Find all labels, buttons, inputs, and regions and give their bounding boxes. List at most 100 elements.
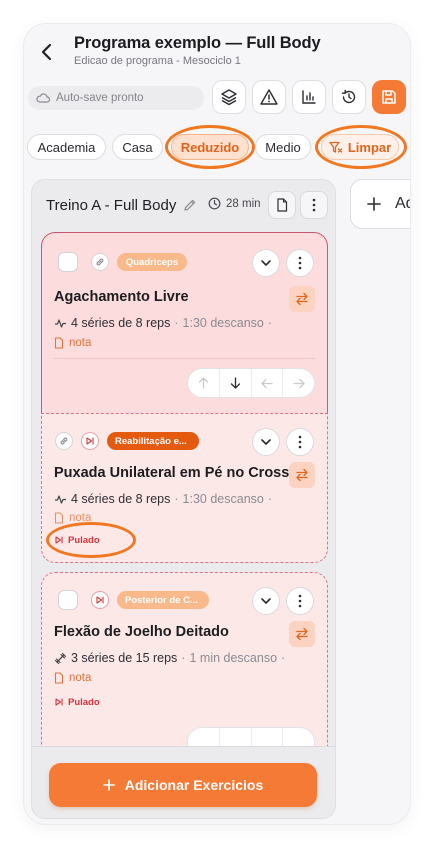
chevron-down-icon xyxy=(261,260,271,266)
exercise-menu-button[interactable] xyxy=(286,428,314,456)
muscle-tag: Reabilitação e... xyxy=(107,432,199,450)
skip-button[interactable] xyxy=(81,432,99,450)
filter-x-icon xyxy=(329,141,342,153)
clear-filters-label: Limpar xyxy=(347,139,392,155)
exercise-note[interactable]: nota xyxy=(54,512,91,524)
filter-chip-casa[interactable]: Casa xyxy=(112,134,163,160)
link-icon xyxy=(96,258,104,266)
note-label: nota xyxy=(69,672,92,684)
move-right-button[interactable] xyxy=(283,369,314,397)
swap-icon xyxy=(296,627,308,641)
dot-separator: · xyxy=(267,316,273,330)
exercise-menu-button[interactable] xyxy=(286,249,314,277)
clock-icon xyxy=(208,197,221,210)
save-button[interactable] xyxy=(372,80,406,114)
more-vertical-icon xyxy=(298,435,302,449)
link-icon xyxy=(60,437,68,445)
dot-separator: · xyxy=(281,651,286,665)
filter-chip-academia[interactable]: Academia xyxy=(27,134,106,160)
chevron-down-icon xyxy=(261,598,271,604)
exercise-rest: 1:30 descanso xyxy=(182,316,264,330)
arrow-up-icon xyxy=(198,377,209,389)
autosave-status: Auto-save pronto xyxy=(28,86,204,110)
exercise-note[interactable]: nota xyxy=(54,672,91,684)
move-up-button[interactable] xyxy=(188,369,220,397)
filter-chip-medio[interactable]: Medio xyxy=(255,134,311,160)
chevron-left-icon xyxy=(41,43,52,61)
skipped-badge: Pulado xyxy=(54,532,100,548)
exercise-menu-button[interactable] xyxy=(286,587,314,615)
exercise-sets: 3 séries de 15 reps xyxy=(71,651,178,665)
expand-button[interactable] xyxy=(252,587,280,615)
skip-button[interactable] xyxy=(91,591,109,609)
workout-name: Treino A - Full Body xyxy=(46,197,177,214)
dot-separator: · xyxy=(174,492,179,506)
swap-exercise-button[interactable] xyxy=(289,462,315,488)
swap-icon xyxy=(296,292,308,306)
duration-value: 28 min xyxy=(226,197,261,210)
app-screen: Programa exemplo — Full Body Edicao de p… xyxy=(24,24,410,824)
exercise-card[interactable]: Quadriceps Agachamento Livre 4 séries de… xyxy=(41,232,328,414)
warning-icon xyxy=(260,89,278,105)
cloud-icon xyxy=(36,93,50,103)
plus-icon xyxy=(102,779,115,791)
edit-name-button[interactable] xyxy=(183,198,197,217)
exercise-name: Flexão de Joelho Deitado xyxy=(54,624,229,640)
history-button[interactable] xyxy=(332,80,366,114)
more-vertical-icon xyxy=(298,594,302,608)
select-checkbox[interactable] xyxy=(58,252,78,272)
history-icon xyxy=(341,89,356,104)
document-icon xyxy=(277,198,288,212)
skipped-label: Pulado xyxy=(68,534,100,546)
filter-chip-reduzido[interactable]: Reduzido xyxy=(171,134,249,160)
arrow-left-icon xyxy=(260,378,273,388)
expand-button[interactable] xyxy=(252,249,280,277)
clear-filters-button[interactable]: Limpar xyxy=(321,134,399,160)
divider xyxy=(54,358,316,359)
swap-icon xyxy=(296,468,308,482)
workout-duration: 28 min xyxy=(208,197,261,210)
exercise-sets: 4 séries de 8 reps xyxy=(71,316,171,330)
add-exercises-button[interactable]: Adicionar Exercicios xyxy=(49,763,317,807)
exercise-meta: 4 séries de 8 reps · 1:30 descanso · xyxy=(54,316,272,330)
select-checkbox[interactable] xyxy=(58,590,78,610)
back-button[interactable] xyxy=(36,40,58,64)
exercise-meta: 3 séries de 15 reps · 1 min descanso · xyxy=(54,651,285,665)
pencil-icon xyxy=(184,199,196,211)
expand-button[interactable] xyxy=(252,428,280,456)
note-icon xyxy=(54,512,64,524)
dot-separator: · xyxy=(267,492,273,506)
skipped-label: Pulado xyxy=(68,696,100,708)
page-subtitle: Edicao de programa - Mesociclo 1 xyxy=(74,55,241,67)
link-button[interactable] xyxy=(91,253,109,271)
arrow-right-icon xyxy=(292,378,305,388)
stats-button[interactable] xyxy=(292,80,326,114)
move-left-button[interactable] xyxy=(252,369,284,397)
bar-chart-icon xyxy=(302,90,316,104)
move-down-button[interactable] xyxy=(220,369,252,397)
add-workout-label: Ad xyxy=(395,195,410,212)
workout-column: Treino A - Full Body 28 min Quadriceps A… xyxy=(31,179,336,819)
swap-exercise-button[interactable] xyxy=(289,621,315,647)
muscle-tag: Posterior de C... xyxy=(117,591,209,609)
warnings-button[interactable] xyxy=(252,80,286,114)
swap-exercise-button[interactable] xyxy=(289,286,315,312)
exercise-note[interactable]: nota xyxy=(54,337,91,349)
exercise-rest: 1 min descanso xyxy=(189,651,278,665)
skip-forward-icon xyxy=(96,596,104,604)
link-button[interactable] xyxy=(55,432,73,450)
exercise-card[interactable]: Reabilitação e... Puxada Unilateral em P… xyxy=(41,413,328,563)
exercise-meta: 4 séries de 8 reps · 1:30 descanso · xyxy=(54,492,272,506)
skip-forward-icon xyxy=(55,698,63,706)
layers-button[interactable] xyxy=(212,80,246,114)
exercise-sets: 4 séries de 8 reps xyxy=(71,492,171,506)
add-exercises-label: Adicionar Exercicios xyxy=(124,777,264,793)
reorder-controls xyxy=(187,368,315,398)
chevron-down-icon xyxy=(261,439,271,445)
more-vertical-icon xyxy=(312,198,316,212)
exercise-name: Puxada Unilateral em Pé no Cross xyxy=(54,465,290,481)
workout-document-button[interactable] xyxy=(268,191,296,219)
add-workout-column-button[interactable]: Ad xyxy=(350,179,410,229)
workout-menu-button[interactable] xyxy=(300,191,328,219)
note-icon xyxy=(54,672,64,684)
